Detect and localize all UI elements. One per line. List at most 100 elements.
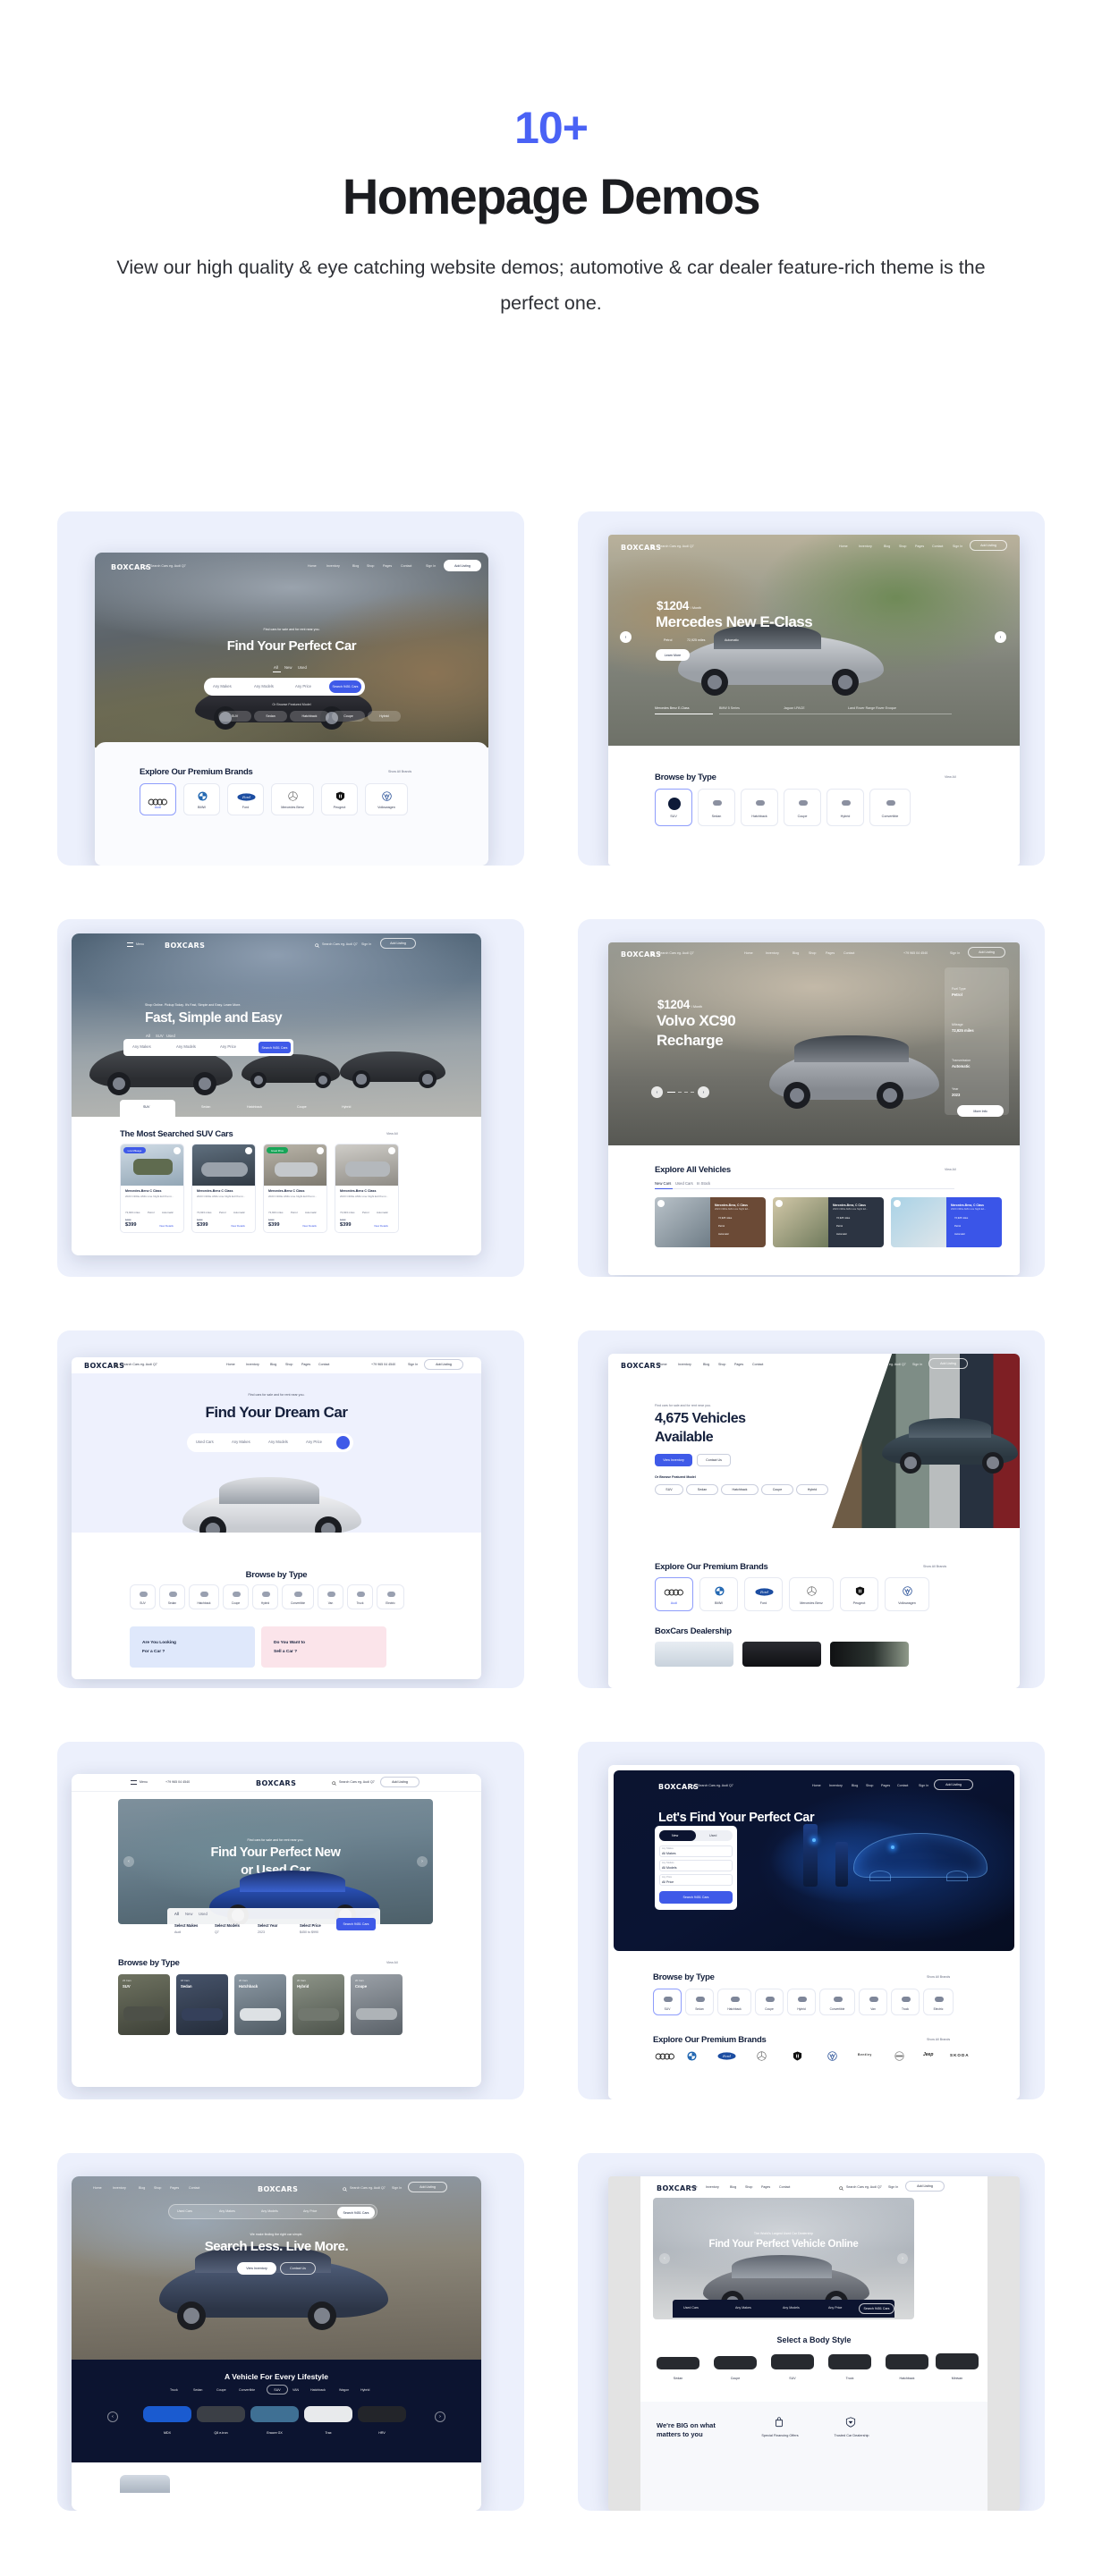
site-logo[interactable]: BOXCARS [256, 1779, 296, 1787]
nav-pages[interactable]: Pages [826, 951, 835, 955]
type-tile-convertible[interactable]: Convertible [819, 1989, 855, 2015]
search-input[interactable]: Search Cars eg. Audi Q7 [350, 2186, 386, 2190]
body-style-coupe-icon[interactable] [714, 2356, 757, 2369]
thumb-1[interactable]: Mercedes Benz E-Class [655, 706, 690, 710]
carousel-prev-button[interactable]: ‹ [659, 2253, 670, 2264]
demo-card-7[interactable]: Menu +79 965 04 4540 BOXCARS Search Cars… [57, 1742, 524, 2099]
nav-contact[interactable]: Contact [401, 564, 411, 568]
skoda-logo[interactable]: SKODA [950, 2053, 970, 2057]
promo-card-buy[interactable]: Are You Looking For a Car ? [130, 1626, 255, 1668]
nav-shop[interactable]: Shop [367, 564, 374, 568]
brand-tile-ford[interactable]: Ford Ford [227, 783, 264, 815]
type-tile-sedan[interactable]: Sedan [159, 1584, 185, 1609]
type-tile-hatchback[interactable]: Hatchback [717, 1989, 751, 2015]
nav-contact[interactable]: Contact [843, 951, 854, 955]
nav-home[interactable]: Home [658, 1363, 667, 1366]
demo-card-2[interactable]: BOXCARS Search Cars eg. Audi Q7 Home Inv… [578, 511, 1045, 866]
type-card-hybrid[interactable]: 20 Cars Hybrid [292, 1974, 344, 2035]
add-listing-button[interactable]: Add Listing [968, 947, 1005, 958]
promo-card-sell[interactable]: Do You Want to Sell a Car ? [261, 1626, 386, 1668]
tab-convertible[interactable]: Convertible [239, 2388, 255, 2392]
type-tile-coupe[interactable]: Coupe [223, 1584, 249, 1609]
add-listing-button[interactable]: Add Listing [970, 540, 1007, 551]
type-tile-coupe[interactable]: Coupe [784, 789, 821, 826]
car-card[interactable]: Mercedes-Benz C Class 2023 C300e AMG Lin… [191, 1144, 256, 1233]
tab-wagon[interactable]: Wagon [339, 2388, 349, 2392]
model-label[interactable]: MDX [143, 2431, 191, 2435]
search-cars-button[interactable]: Search 9451 Cars [659, 1891, 733, 1904]
search-input[interactable]: Search Cars eg. Audi Q7 [322, 942, 358, 946]
tab-all[interactable]: All [174, 1912, 179, 1916]
nav-pages[interactable]: Pages [734, 1363, 743, 1366]
save-icon[interactable] [388, 1147, 395, 1154]
demo-card-9[interactable]: Home Inventory Blog Shop Pages Contact B… [57, 2153, 524, 2511]
carousel-next-button[interactable]: › [995, 631, 1006, 643]
type-tile-van[interactable]: Van [318, 1584, 343, 1609]
model-label[interactable]: Q8 e-tron [197, 2431, 245, 2435]
search-cars-button[interactable]: Search 9451 Cars [337, 2207, 375, 2218]
type-tile-van[interactable]: Van [859, 1989, 887, 2015]
add-listing-button[interactable]: Add Listing [380, 1777, 420, 1787]
nav-shop[interactable]: Shop [285, 1363, 292, 1366]
filter-tab-coupe[interactable]: Coupe [297, 1105, 307, 1109]
brand-tile-bmw[interactable]: BMW [699, 1577, 738, 1611]
search-input[interactable]: Search Cars eg. Audi Q7 [658, 545, 694, 548]
type-chip-hatchback[interactable]: Hatchback [290, 711, 329, 722]
type-chip-coupe[interactable]: Coupe [332, 711, 365, 722]
site-logo[interactable]: BOXCARS [258, 2185, 298, 2193]
add-listing-button[interactable]: Add Listing [424, 1359, 463, 1370]
sign-in-link[interactable]: Sign In [361, 942, 371, 946]
tab-sedan[interactable]: Sedan [193, 2388, 202, 2392]
toggle-new[interactable]: New [672, 1834, 678, 1837]
nav-blog[interactable]: Blog [793, 951, 799, 955]
filter-price[interactable]: Any Price [303, 2209, 317, 2213]
nav-shop[interactable]: Shop [866, 1784, 873, 1787]
nav-home[interactable]: Home [308, 564, 317, 568]
model-label[interactable]: Trax [304, 2431, 352, 2435]
search-input[interactable]: Search Cars eg. Audi Q7 [846, 2185, 882, 2189]
learn-more-button[interactable]: Learn More [656, 649, 690, 661]
tab-coupe[interactable]: Coupe [216, 2388, 226, 2392]
save-icon[interactable] [894, 1200, 901, 1207]
tab-all[interactable]: All [146, 1034, 150, 1038]
filter-used-cars[interactable]: Used Cars [683, 2306, 699, 2310]
nav-inventory[interactable]: Inventory [246, 1363, 259, 1366]
view-all-link[interactable]: View All [386, 1961, 398, 1964]
brand-tile-volkswagen[interactable]: Volkswagen [885, 1577, 929, 1611]
nav-shop[interactable]: Shop [154, 2186, 161, 2190]
add-listing-button[interactable]: Add Listing [444, 560, 481, 571]
tab-new-cars[interactable]: New Cars [655, 1181, 671, 1186]
filter-makes[interactable]: Any Makes [219, 2209, 235, 2213]
search-input[interactable]: Search Cars eg. Audi Q7 [339, 1780, 375, 1784]
nav-contact[interactable]: Contact [318, 1363, 329, 1366]
demo-card-3[interactable]: Menu BOXCARS Search Cars eg. Audi Q7 Sig… [57, 919, 524, 1277]
dealership-photo[interactable] [742, 1642, 821, 1667]
peugeot-logo[interactable] [793, 2051, 802, 2061]
nav-inventory[interactable]: Inventory [829, 1784, 843, 1787]
type-tile-suv[interactable]: SUV [655, 789, 692, 826]
view-all-link[interactable]: View All [945, 1168, 956, 1171]
show-all-brands-link[interactable]: Show All Brands [388, 770, 411, 773]
view-details-link[interactable]: View Details [159, 1224, 174, 1228]
field-value-makes[interactable]: All Makes [662, 1852, 676, 1855]
brand-tile-ford[interactable]: Ford Ford [744, 1577, 783, 1611]
field-value-price[interactable]: All Price [662, 1880, 674, 1884]
demo-card-6[interactable]: BOXCARS Home Inventory Blog Shop Pages C… [578, 1330, 1045, 1688]
price-select[interactable]: Any Price [295, 684, 311, 688]
nav-blog[interactable]: Blog [270, 1363, 276, 1366]
site-logo[interactable]: BOXCARS [165, 942, 205, 950]
car-card[interactable]: Low Mileage Mercedes-Benz C Class 2023 C… [120, 1144, 184, 1233]
filter-value-year[interactable]: 2023 [258, 1930, 265, 1934]
demo-card-1[interactable]: BOXCARS Search Cars eg. Audi Q7 Home Inv… [57, 511, 524, 866]
type-chip-suv[interactable]: SUV [655, 1484, 683, 1495]
bmw-logo[interactable] [687, 2051, 697, 2061]
demo-card-8[interactable]: BOXCARS Search Cars eg. Audi Q7 Home Inv… [578, 1742, 1045, 2099]
brand-tile-mercedes[interactable]: Mercedes Benz [789, 1577, 834, 1611]
type-card-hatchback[interactable]: 20 Cars Hatchback [234, 1974, 286, 2035]
nav-inventory[interactable]: Inventory [766, 951, 779, 955]
type-chip-hybrid[interactable]: Hybrid [796, 1484, 828, 1495]
thumb-2[interactable]: BMW 5 Series [719, 706, 740, 710]
save-icon[interactable] [776, 1200, 783, 1207]
type-chip-sedan[interactable]: Sedan [254, 711, 287, 722]
nav-contact[interactable]: Contact [189, 2186, 199, 2190]
